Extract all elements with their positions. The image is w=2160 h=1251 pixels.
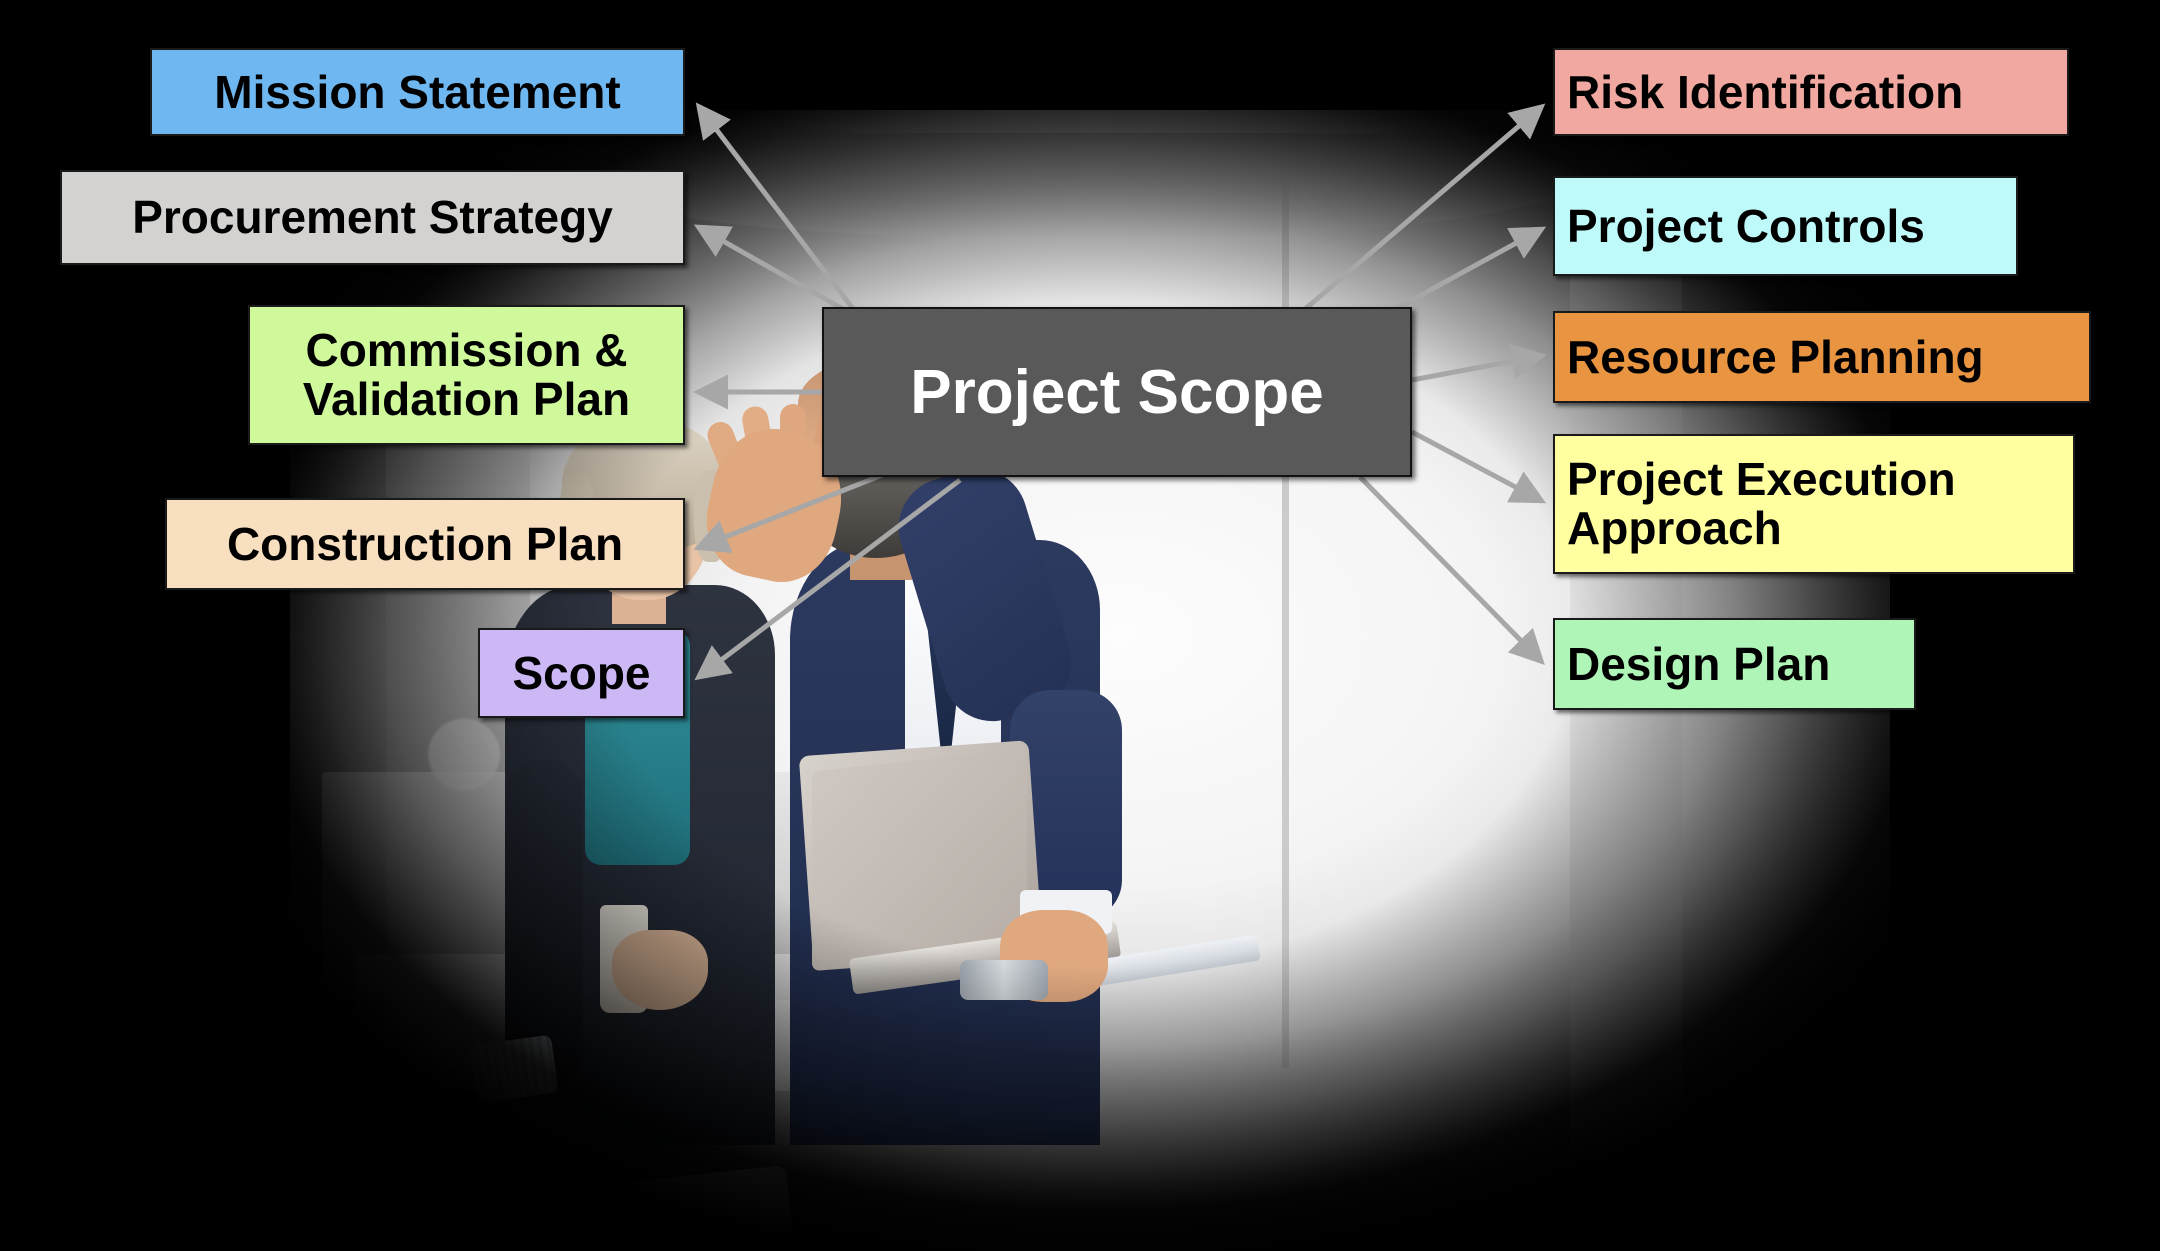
node-label: Risk Identification	[1567, 65, 1964, 118]
node-label: Construction Plan	[226, 517, 624, 570]
node-project-execution-approach[interactable]: Project Execution Approach	[1553, 434, 2075, 574]
node-label: Commission & Validation Plan	[302, 324, 631, 425]
center-node-label: Project Scope	[910, 357, 1324, 427]
woman-hand	[612, 930, 708, 1010]
node-risk-identification[interactable]: Risk Identification	[1553, 48, 2069, 136]
node-design-plan[interactable]: Design Plan	[1553, 618, 1916, 710]
node-construction-plan[interactable]: Construction Plan	[165, 498, 685, 590]
node-procurement-strategy[interactable]: Procurement Strategy	[60, 170, 685, 265]
wristwatch	[960, 960, 1048, 1000]
node-scope[interactable]: Scope	[478, 628, 685, 718]
node-mission-statement[interactable]: Mission Statement	[150, 48, 685, 136]
node-label: Procurement Strategy	[132, 191, 613, 244]
node-label: Scope	[512, 646, 651, 699]
node-label: Resource Planning	[1567, 330, 1984, 383]
node-label: Project Controls	[1567, 199, 1925, 252]
node-label: Mission Statement	[214, 65, 621, 118]
node-label: Design Plan	[1567, 637, 1831, 690]
node-project-controls[interactable]: Project Controls	[1553, 176, 2018, 276]
node-label: Project Execution Approach	[1567, 453, 1956, 554]
center-node-project-scope[interactable]: Project Scope	[822, 307, 1412, 477]
woman-cuff	[469, 1034, 559, 1104]
diagram-canvas: Project Scope Mission Statement Procureme…	[0, 0, 2160, 1251]
node-commission-validation-plan[interactable]: Commission & Validation Plan	[248, 305, 685, 445]
node-resource-planning[interactable]: Resource Planning	[1553, 311, 2091, 403]
